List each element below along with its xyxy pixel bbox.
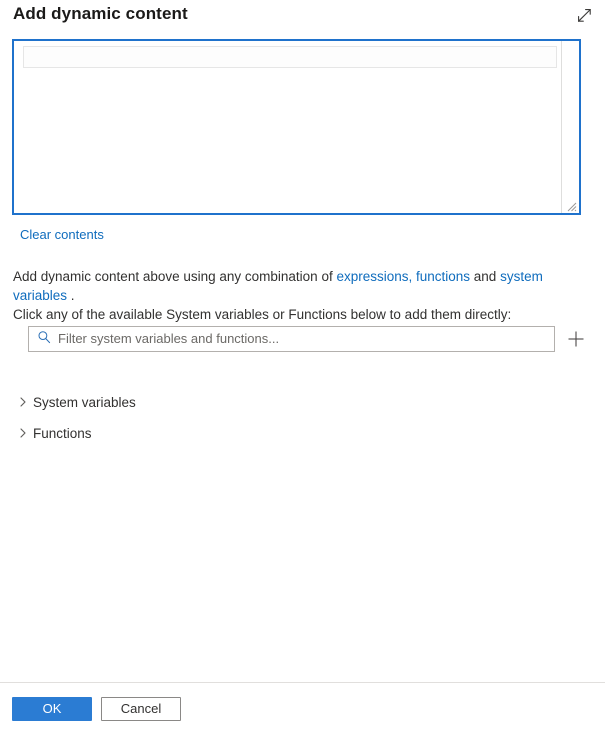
add-content-button[interactable] <box>562 325 590 353</box>
system-variables-label: System variables <box>33 394 136 410</box>
resize-grip-icon[interactable] <box>564 199 577 212</box>
filter-input-wrapper[interactable] <box>28 326 555 352</box>
editor-first-line[interactable] <box>23 46 557 68</box>
expand-diagonal-icon <box>576 7 593 24</box>
description-line-2: Click any of the available System variab… <box>13 307 512 322</box>
content-categories: System variables Functions <box>13 389 591 451</box>
footer-actions: OK Cancel <box>12 697 181 721</box>
dynamic-content-editor[interactable] <box>12 39 581 215</box>
chevron-right-icon <box>13 427 33 439</box>
clear-contents-link[interactable]: Clear contents <box>20 227 104 242</box>
plus-icon <box>567 330 585 348</box>
description-part-1: Add dynamic content above using any comb… <box>13 269 337 284</box>
cancel-button[interactable]: Cancel <box>101 697 181 721</box>
editor-scroll-rail <box>561 41 562 213</box>
chevron-right-icon <box>13 396 33 408</box>
footer-divider <box>0 682 605 683</box>
expressions-functions-link[interactable]: expressions, functions <box>336 269 470 284</box>
description-text: Add dynamic content above using any comb… <box>13 267 593 324</box>
expand-diagonal-icon-button[interactable] <box>571 2 597 28</box>
filter-input[interactable] <box>58 328 548 350</box>
sidebar-item-functions[interactable]: Functions <box>13 420 591 446</box>
ok-button[interactable]: OK <box>12 697 92 721</box>
panel-header: Add dynamic content <box>0 0 605 34</box>
filter-row <box>28 326 584 352</box>
editor-surface[interactable] <box>14 41 579 213</box>
page-title: Add dynamic content <box>13 4 188 23</box>
functions-label: Functions <box>33 425 92 441</box>
description-part-3: . <box>67 288 75 303</box>
search-icon <box>37 330 51 349</box>
description-part-2: and <box>470 269 501 284</box>
sidebar-item-system-variables[interactable]: System variables <box>13 389 591 415</box>
